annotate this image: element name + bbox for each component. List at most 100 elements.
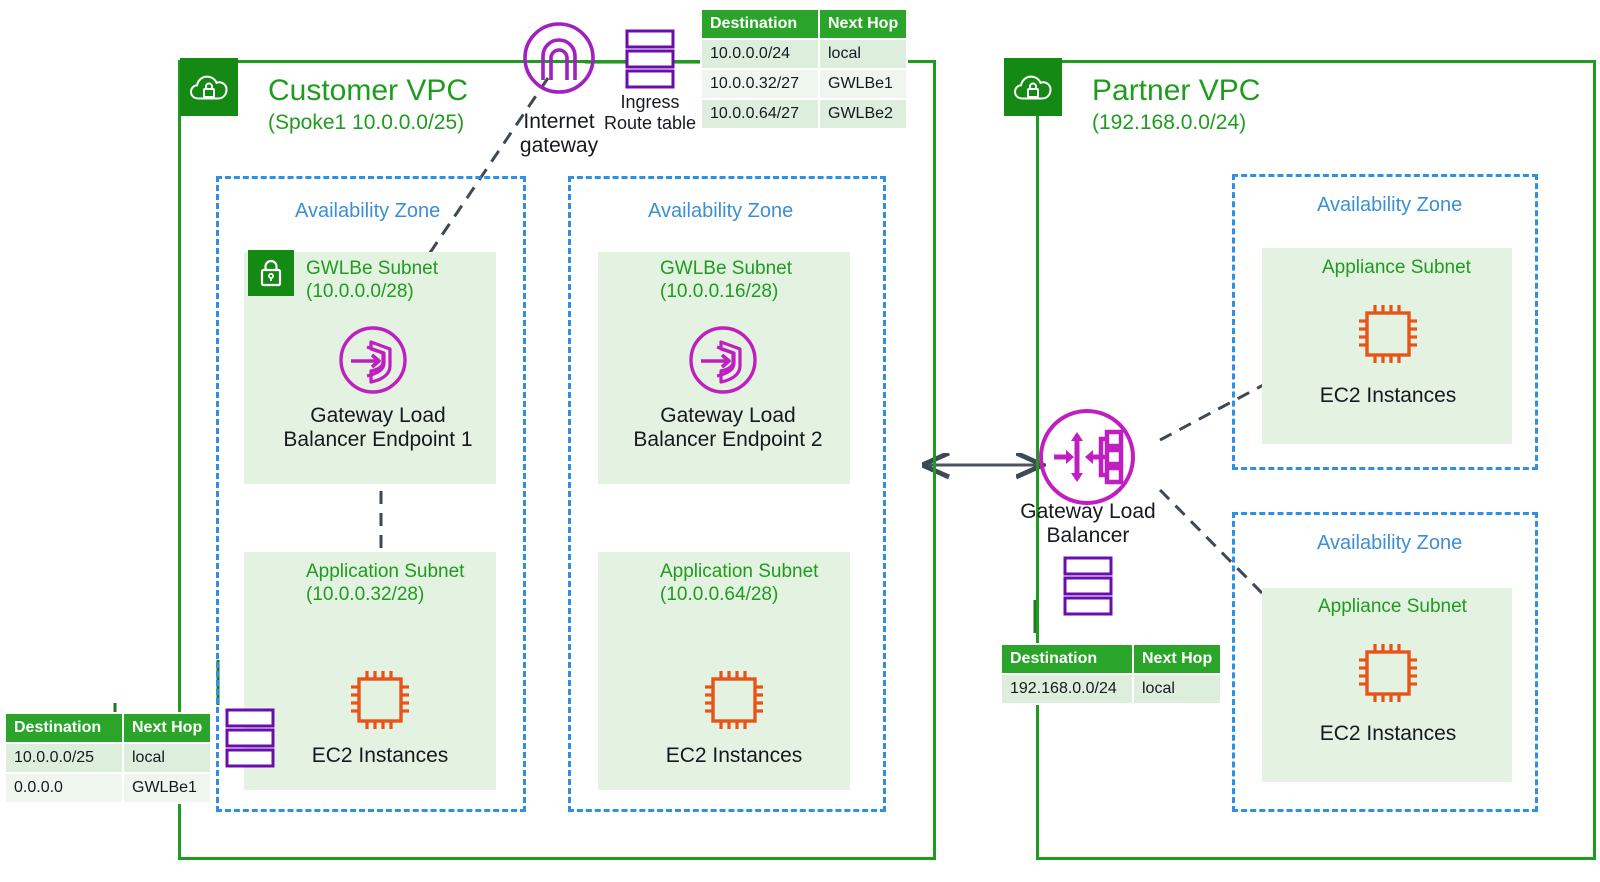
application-subnet-1-name: Application Subnet <box>306 561 465 582</box>
gwlbe-subnet-2-label-block: GWLBe Subnet (10.0.0.16/28) <box>660 258 792 304</box>
table-row: 10.0.0.64/27 GWLBe2 <box>700 98 909 130</box>
table-row: 0.0.0.0 GWLBe1 <box>4 772 213 804</box>
gwlbe-subnet-2-name: GWLBe Subnet <box>660 258 793 279</box>
appliance-subnet-1-name: Appliance Subnet <box>1322 257 1471 278</box>
ingress-rt-r2-nexthop: GWLBe2 <box>817 98 909 130</box>
route-table-icon <box>225 708 275 768</box>
application-route-table: Destination Next Hop 10.0.0.0/25 local 0… <box>4 712 213 804</box>
gwlbe-endpoint-2-label-line1: Gateway Load <box>660 404 796 427</box>
customer-vpc-title: Customer VPC <box>268 74 469 107</box>
ingress-route-table-icon-wrap[interactable] <box>624 28 676 95</box>
ec2-instances-app2-caption: EC2 Instances <box>665 744 803 767</box>
partner-az1-label: Availability Zone <box>1317 194 1463 216</box>
gateway-load-balancer-icon-wrap[interactable] <box>1035 405 1139 514</box>
app-rt-r1-nexthop: GWLBe1 <box>121 772 213 804</box>
ingress-rt-r1-destination: 10.0.0.32/27 <box>700 68 820 100</box>
ec2-instances-app1-caption: EC2 Instances <box>311 744 449 767</box>
partner-vpc-icon-tab <box>1004 58 1062 116</box>
gwlbe-endpoint-1-label-line2: Balancer Endpoint 1 <box>283 428 473 452</box>
partner-route-table: Destination Next Hop 192.168.0.0/24 loca… <box>1000 643 1223 705</box>
table-row: 10.0.0.0/24 local <box>700 38 909 70</box>
table-header-row: Destination Next Hop <box>700 8 909 40</box>
internet-gateway-icon-wrap[interactable] <box>521 20 597 101</box>
partner-vpc-title-block: Partner VPC (192.168.0.0/24) <box>1092 74 1260 134</box>
partner-route-table-icon-wrap[interactable] <box>1062 555 1114 622</box>
ingress-rt-r2-destination: 10.0.0.64/27 <box>700 98 820 130</box>
gwlbe-subnet-1-lock-tab <box>248 250 294 296</box>
table-row: 10.0.0.0/25 local <box>4 742 213 774</box>
gwlbe-endpoint-1-label-line1: Gateway Load <box>310 404 446 427</box>
gateway-load-balancer-endpoint-icon <box>339 326 407 394</box>
ingress-rt-r1-nexthop: GWLBe1 <box>817 68 909 100</box>
gwlbe-endpoint-1-icon-wrap[interactable] <box>338 325 408 400</box>
table-row: 192.168.0.0/24 local <box>1000 673 1223 705</box>
ingress-route-table-label-line1: Ingress <box>620 92 680 112</box>
ec2-instances-appliance2-caption: EC2 Instances <box>1319 722 1457 745</box>
ec2-instance-icon <box>1359 305 1417 363</box>
customer-az1-label: Availability Zone <box>295 200 441 222</box>
gwlbe-endpoint-1-caption: Gateway Load Balancer Endpoint 1 <box>258 404 498 452</box>
gateway-load-balancer-caption: Gateway Load Balancer <box>1000 500 1176 548</box>
ec2-instance-icon <box>705 671 763 729</box>
ec2-instance-icon <box>1359 644 1417 702</box>
partner-vpc-cidr: (192.168.0.0/24) <box>1092 110 1247 134</box>
partner-vpc-title: Partner VPC <box>1092 74 1261 107</box>
vpc-cloud-lock-icon <box>189 75 228 100</box>
table-row: 10.0.0.32/27 GWLBe1 <box>700 68 909 100</box>
subnet-lock-icon <box>260 259 282 287</box>
diagram-canvas: Customer VPC (Spoke1 10.0.0.0/25) Availa… <box>0 0 1600 882</box>
app-rt-header-nexthop: Next Hop <box>121 712 213 744</box>
customer-vpc-cidr: (Spoke1 10.0.0.0/25) <box>268 110 465 134</box>
gwlb-label-line2: Balancer <box>1046 524 1130 548</box>
table-header-row: Destination Next Hop <box>1000 643 1223 675</box>
gateway-load-balancer-endpoint-icon <box>689 326 757 394</box>
partner-rt-header-destination: Destination <box>1000 643 1134 675</box>
table-header-row: Destination Next Hop <box>4 712 213 744</box>
ingress-route-table-caption: Ingress Route table <box>600 92 700 133</box>
route-table-icon <box>1063 556 1113 616</box>
ingress-route-table-label-line2: Route table <box>603 112 697 133</box>
ec2-instances-app1-icon-wrap[interactable] <box>344 664 416 741</box>
app-rt-header-destination: Destination <box>4 712 124 744</box>
internet-gateway-label-line2: gateway <box>519 134 599 158</box>
ingress-rt-r0-nexthop: local <box>817 38 909 70</box>
customer-vpc-icon-tab <box>180 58 238 116</box>
gwlbe-subnet-2-cidr: (10.0.0.16/28) <box>660 280 779 302</box>
application-subnet-1-label-block: Application Subnet (10.0.0.32/28) <box>306 561 464 607</box>
application-route-table-icon-wrap[interactable] <box>224 707 276 774</box>
appliance-subnet-2-name: Appliance Subnet <box>1318 596 1467 617</box>
ingress-rt-header-destination: Destination <box>700 8 820 40</box>
gwlbe-endpoint-2-caption: Gateway Load Balancer Endpoint 2 <box>608 404 848 452</box>
application-subnet-1-cidr: (10.0.0.32/28) <box>306 583 425 605</box>
ingress-rt-header-nexthop: Next Hop <box>817 8 909 40</box>
partner-rt-r0-nexthop: local <box>1131 673 1223 705</box>
app-rt-r1-destination: 0.0.0.0 <box>4 772 124 804</box>
customer-vpc-title-block: Customer VPC (Spoke1 10.0.0.0/25) <box>268 74 468 134</box>
application-subnet-2-name: Application Subnet <box>660 561 819 582</box>
gwlbe-subnet-1-cidr: (10.0.0.0/28) <box>306 280 414 302</box>
gateway-load-balancer-icon <box>1039 409 1135 505</box>
vpc-cloud-lock-icon <box>1013 75 1052 100</box>
partner-rt-header-nexthop: Next Hop <box>1131 643 1223 675</box>
customer-az2-label: Availability Zone <box>648 200 794 222</box>
ec2-instance-icon <box>351 671 409 729</box>
ingress-rt-r0-destination: 10.0.0.0/24 <box>700 38 820 70</box>
gwlbe-endpoint-2-label-line2: Balancer Endpoint 2 <box>633 428 823 452</box>
application-subnet-2-cidr: (10.0.0.64/28) <box>660 583 779 605</box>
application-subnet-2-label-block: Application Subnet (10.0.0.64/28) <box>660 561 818 607</box>
partner-rt-r0-destination: 192.168.0.0/24 <box>1000 673 1134 705</box>
app-rt-r0-nexthop: local <box>121 742 213 774</box>
ingress-route-table: Destination Next Hop 10.0.0.0/24 local 1… <box>700 8 909 130</box>
internet-gateway-icon <box>523 22 595 94</box>
gwlbe-endpoint-2-icon-wrap[interactable] <box>688 325 758 400</box>
partner-az2-label: Availability Zone <box>1317 532 1463 554</box>
ec2-instances-app2-icon-wrap[interactable] <box>698 664 770 741</box>
gwlbe-subnet-1-label-block: GWLBe Subnet (10.0.0.0/28) <box>306 258 438 304</box>
ec2-instances-appliance1-icon-wrap[interactable] <box>1352 298 1424 375</box>
ec2-instances-appliance2-icon-wrap[interactable] <box>1352 637 1424 714</box>
ec2-instances-appliance1-caption: EC2 Instances <box>1319 384 1457 407</box>
gwlbe-subnet-1-name: GWLBe Subnet <box>306 258 439 279</box>
app-rt-r0-destination: 10.0.0.0/25 <box>4 742 124 774</box>
route-table-icon <box>625 29 675 89</box>
gwlb-label-line1: Gateway Load <box>1020 500 1156 523</box>
